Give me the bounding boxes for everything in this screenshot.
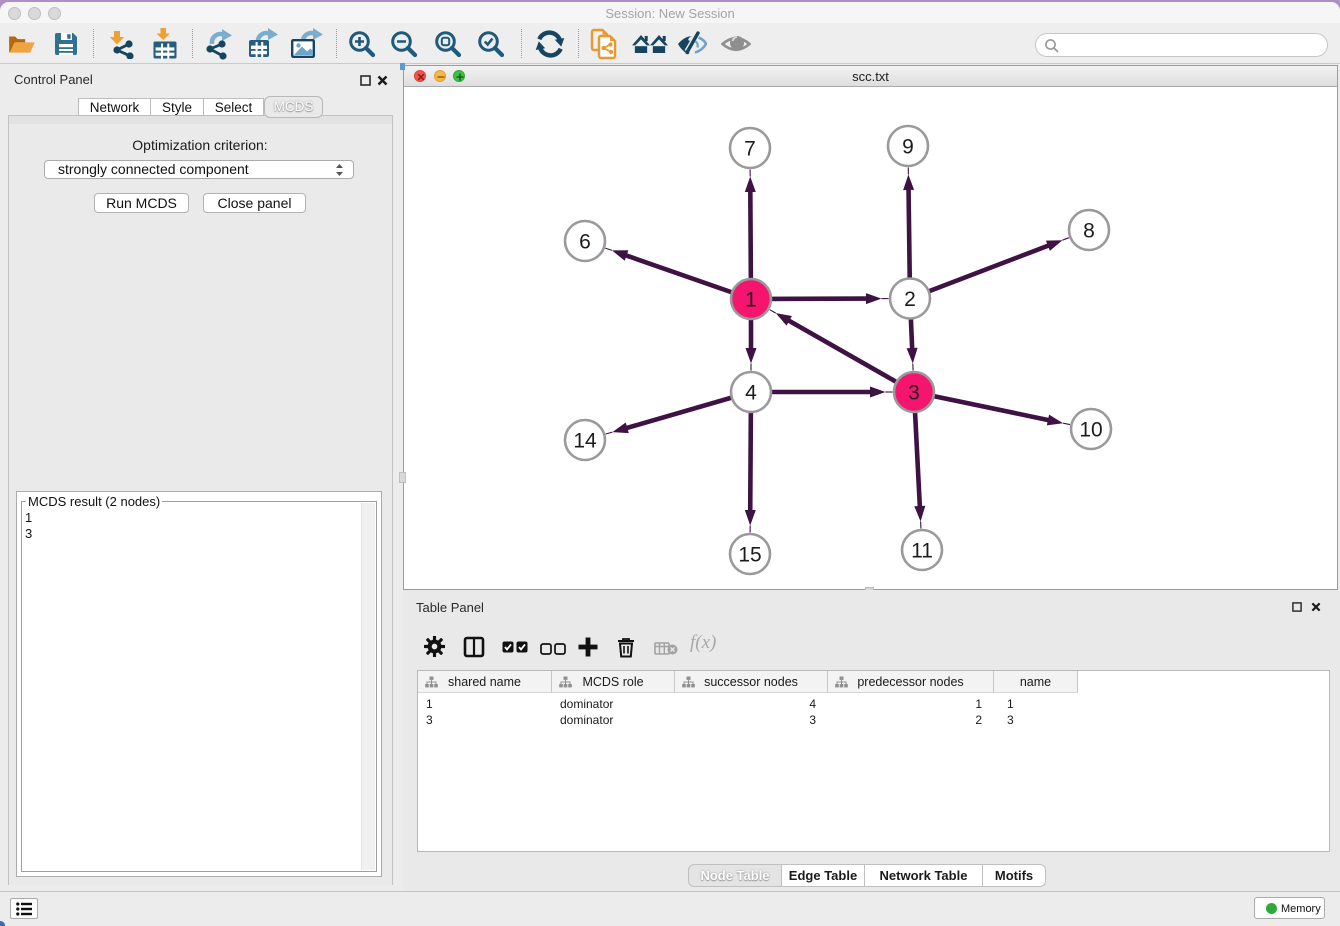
svg-text:9: 9 bbox=[902, 136, 914, 159]
svg-text:1: 1 bbox=[745, 289, 757, 312]
svg-text:14: 14 bbox=[573, 430, 597, 453]
svg-text:8: 8 bbox=[1083, 220, 1095, 243]
svg-text:15: 15 bbox=[738, 544, 761, 567]
svg-text:6: 6 bbox=[579, 231, 591, 254]
svg-text:3: 3 bbox=[908, 382, 920, 405]
svg-text:10: 10 bbox=[1079, 419, 1102, 442]
svg-text:4: 4 bbox=[745, 382, 757, 405]
svg-text:11: 11 bbox=[911, 540, 933, 563]
svg-text:7: 7 bbox=[744, 138, 756, 161]
svg-text:2: 2 bbox=[904, 288, 916, 311]
